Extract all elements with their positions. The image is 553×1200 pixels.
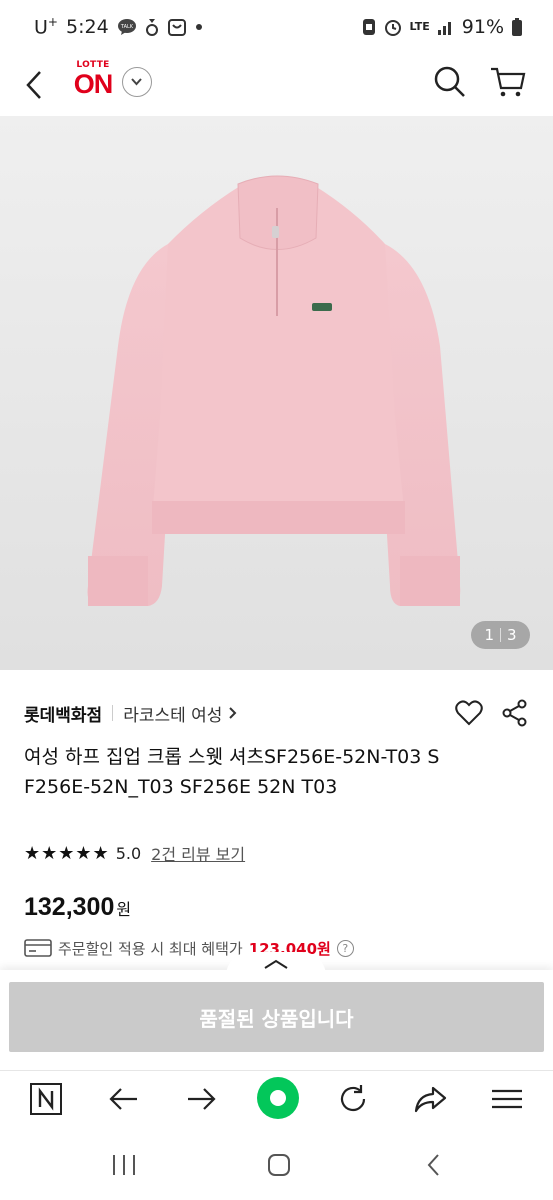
refresh-icon — [340, 1085, 366, 1112]
image-counter-total: 3 — [507, 626, 517, 644]
arrow-right-icon — [188, 1088, 216, 1110]
image-counter-divider — [500, 628, 501, 642]
kakaotalk-icon: TALK — [117, 18, 137, 36]
battery-icon — [511, 17, 523, 37]
soldout-button[interactable]: 품절된 상품입니다 — [9, 982, 544, 1052]
cart-button[interactable] — [488, 62, 528, 102]
share-button[interactable] — [502, 699, 528, 727]
browser-forward-button[interactable] — [181, 1079, 221, 1119]
menu-button[interactable] — [487, 1079, 527, 1119]
sweatshirt-image — [87, 175, 461, 606]
discount-label: 주문할인 적용 시 최대 혜택가 — [58, 939, 243, 958]
rating-row: ★★★★★ 5.0 2건 리뷰 보기 — [24, 841, 245, 865]
image-counter-current: 1 — [484, 626, 494, 644]
help-icon[interactable]: ? — [336, 939, 354, 957]
home-button[interactable] — [259, 1150, 299, 1180]
signal-icon — [437, 18, 455, 36]
cart-icon — [491, 67, 526, 97]
wishlist-button[interactable] — [455, 700, 483, 726]
home-icon — [268, 1154, 290, 1176]
download-icon — [145, 17, 159, 37]
network-type: LTE — [409, 20, 430, 33]
shopping-bag-icon — [167, 17, 187, 37]
image-counter: 1 3 — [471, 621, 530, 649]
share-icon — [502, 699, 527, 727]
store-divider — [112, 705, 114, 721]
search-icon — [434, 66, 465, 97]
store-brand-row: 롯데백화점 라코스테 여성 — [24, 700, 529, 726]
hamburger-menu-icon — [492, 1089, 522, 1109]
chevron-right-icon — [229, 707, 237, 719]
brand-name: 라코스테 여성 — [123, 705, 223, 726]
rating-value: 5.0 — [115, 843, 142, 863]
browser-back-button[interactable] — [104, 1079, 144, 1119]
refresh-button[interactable] — [333, 1079, 373, 1119]
review-link[interactable]: 2건 리뷰 보기 — [151, 841, 245, 865]
carrier-label: U+ — [34, 15, 58, 39]
recent-apps-icon — [113, 1155, 135, 1175]
heart-icon — [455, 700, 483, 726]
system-back-button[interactable] — [414, 1150, 454, 1180]
chevron-up-icon — [264, 959, 288, 969]
green-dot-icon — [257, 1077, 299, 1119]
naver-home-button[interactable] — [26, 1079, 66, 1119]
product-image[interactable] — [0, 116, 553, 670]
app-header: LOTTE ON — [0, 54, 553, 116]
chevron-left-icon — [427, 1154, 439, 1176]
status-bar: U+ 5:24 TALK LTE 91% — [0, 0, 553, 54]
sim-icon — [362, 18, 376, 36]
product-title: 여성 하프 집업 크롭 스웻 셔츠SF256E-52N-T03 SF256E-5… — [24, 746, 440, 798]
svg-text:TALK: TALK — [120, 24, 134, 30]
naver-n-icon — [30, 1083, 62, 1115]
status-time: 5:24 — [65, 15, 109, 38]
store-name[interactable]: 롯데백화점 — [24, 701, 102, 726]
system-nav-bar — [0, 1130, 553, 1200]
card-icon — [24, 939, 52, 957]
logo-dropdown-button[interactable] — [122, 67, 152, 97]
green-dot-button[interactable] — [255, 1075, 301, 1121]
share-page-button[interactable] — [410, 1079, 450, 1119]
battery-percent: 91% — [461, 16, 504, 38]
lotte-on-logo[interactable]: LOTTE ON — [68, 58, 118, 106]
search-button[interactable] — [430, 62, 470, 102]
forward-share-icon — [414, 1086, 447, 1113]
alarm-icon — [383, 17, 403, 37]
back-button[interactable] — [18, 64, 52, 104]
notification-dot-icon — [195, 23, 203, 31]
price-currency: 원 — [116, 900, 132, 919]
sheet-expand-handle[interactable] — [226, 952, 326, 976]
browser-toolbar — [0, 1070, 553, 1126]
brand-link[interactable]: 라코스테 여성 — [123, 701, 238, 726]
price-row: 132,300 원 — [24, 893, 131, 927]
logo-text-main: ON — [73, 69, 114, 99]
price-value: 132,300 — [24, 893, 115, 921]
recent-apps-button[interactable] — [104, 1150, 144, 1180]
back-arrow-icon — [26, 71, 41, 99]
arrow-left-icon — [109, 1088, 137, 1110]
star-rating-icon: ★★★★★ — [24, 842, 110, 864]
chevron-down-icon — [131, 78, 142, 86]
